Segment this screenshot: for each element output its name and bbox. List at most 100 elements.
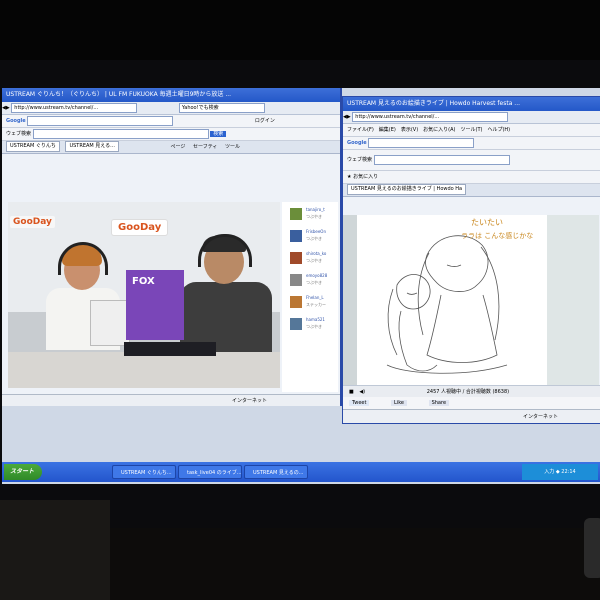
audio-mixer (124, 342, 216, 356)
windows-taskbar: スタート USTREAM ぐりんち... task_live04 のライブ...… (2, 462, 600, 482)
menu-item[interactable]: ヘルプ(H) (487, 127, 510, 133)
left-search-toolbar: ウェブ検索 検索 (2, 128, 340, 141)
internet-zone-label: インターネット (523, 414, 559, 420)
left-search-input[interactable]: Yahoo!でも検索 (178, 102, 265, 113)
google-search-input[interactable] (368, 137, 475, 148)
tab-ustream-1[interactable]: USTREAM ぐりんち (6, 141, 60, 152)
start-button[interactable]: スタート (4, 464, 42, 480)
web-search-label[interactable]: ウェブ検索 (6, 131, 31, 137)
avatar[interactable] (290, 274, 302, 286)
chat-username[interactable]: Fhelan_L (306, 295, 324, 300)
chat-username[interactable]: emoyo828 (306, 273, 327, 278)
taskbar-item-2[interactable]: task_live04 のライブ... (178, 465, 242, 479)
desk-speaker (0, 500, 110, 600)
avatar[interactable] (290, 252, 302, 264)
handwritten-note: たいたい (471, 218, 503, 227)
left-browser-window: USTREAM ぐりんち！（ぐりんち） | UL FM FUKUOKA 毎週土曜… (2, 88, 342, 406)
studio-desk (8, 352, 280, 388)
tweet-button[interactable]: Tweet (349, 400, 370, 406)
share-bar: Tweet Like Share (343, 397, 600, 409)
google-logo: Google (347, 140, 367, 146)
social-stream-item[interactable]: hama521 つぶやき (282, 316, 338, 334)
menu-item[interactable]: 表示(V) (401, 127, 418, 133)
social-stream-column: tanajiro_t つぶやき FrisbeeOn つぶやき shirota_ko つぶや… (282, 202, 338, 392)
handwritten-note-2: ララは こんな感じかな (461, 232, 534, 240)
menu-item[interactable]: ツール(T) (461, 127, 483, 133)
social-stream-item[interactable]: FrisbeeOn つぶやき (282, 228, 338, 246)
menu-item[interactable]: お気に入り(A) (423, 127, 455, 133)
left-google-toolbar: Google ログイン (2, 115, 340, 128)
gooday-logo: GooDay (10, 216, 55, 228)
right-window-title[interactable]: USTREAM 見えるのお絵描きライブ | Howdo Harvest fest… (343, 97, 600, 111)
web-search-input[interactable] (32, 128, 209, 139)
social-stream-item[interactable]: emoyo828 つぶやき (282, 272, 338, 290)
login-link[interactable]: ログイン (255, 118, 275, 124)
left-status-bar: インターネット (2, 394, 340, 406)
system-tray: 入力 ◆ 22:14 (522, 464, 598, 480)
gooday-logo-center: GooDay (112, 220, 168, 235)
right-search-toolbar: ウェブ検索 (343, 150, 600, 171)
internet-zone-label: インターネット (232, 398, 268, 404)
back-icon[interactable]: ◀▶ (343, 114, 351, 120)
page-menu[interactable]: ページ (171, 144, 186, 150)
video-left-margin (343, 215, 357, 385)
taskbar-item-1[interactable]: USTREAM ぐりんち... (112, 465, 176, 479)
left-address-bar: ◀▶ http://www.ustream.tv/channel/... Yah… (2, 102, 340, 115)
play-icon[interactable]: ■ (349, 389, 354, 395)
right-address-bar: ◀▶ http://www.ustream.tv/channel/... (343, 111, 600, 124)
google-logo: Google (6, 118, 26, 124)
avatar[interactable] (290, 230, 302, 242)
share-button[interactable]: Share (428, 400, 450, 406)
chat-subtext: つぶやき (306, 258, 322, 263)
poster-text: FOX (132, 276, 155, 287)
chat-username[interactable]: hama521 (306, 317, 325, 322)
social-stream-item[interactable]: Fhelan_L ステッカー (282, 294, 338, 312)
menu-item[interactable]: 編集(E) (379, 127, 396, 133)
video-right-margin (547, 215, 599, 385)
cup-object (584, 518, 600, 578)
chat-username[interactable]: shirota_ko (306, 251, 326, 256)
right-address-input[interactable]: http://www.ustream.tv/channel/... (352, 111, 509, 122)
tools-menu[interactable]: ツール (225, 144, 240, 150)
right-menu-bar: ファイル(F) 編集(E) 表示(V) お気に入り(A) ツール(T) ヘルプ(H) (343, 124, 600, 137)
safety-menu[interactable]: セーフティ (193, 144, 217, 150)
menu-item[interactable]: ファイル(F) (347, 127, 374, 133)
right-favorites-bar: ★ お気に入り (343, 171, 600, 184)
right-browser-window: USTREAM 見えるのお絵描きライブ | Howdo Harvest fest… (342, 96, 600, 424)
like-button[interactable]: Like (391, 400, 407, 406)
web-search-input[interactable] (373, 154, 510, 165)
google-search-input[interactable] (27, 115, 174, 126)
chat-subtext: ステッカー (306, 302, 326, 307)
tab-ustream-drawing[interactable]: USTREAM 見えるのお絵描きライブ | Howdo Ha (347, 184, 467, 195)
monitor-screen: USTREAM ぐりんち！（ぐりんち） | UL FM FUKUOKA 毎週土曜… (2, 88, 600, 484)
avatar[interactable] (290, 208, 302, 220)
web-search-label[interactable]: ウェブ検索 (347, 157, 372, 163)
video-player[interactable]: GooDay GooDay FOX (8, 202, 280, 388)
chat-subtext: つぶやき (306, 214, 322, 219)
social-stream-item[interactable]: tanajiro_t つぶやき (282, 206, 338, 224)
left-window-title[interactable]: USTREAM ぐりんち！（ぐりんち） | UL FM FUKUOKA 毎週土曜… (2, 88, 340, 102)
social-stream-list: tanajiro_t つぶやき FrisbeeOn つぶやき shirota_ko つぶや… (282, 206, 338, 334)
avatar[interactable] (290, 318, 302, 330)
chat-subtext: つぶやき (306, 324, 322, 329)
right-google-toolbar: Google (343, 137, 600, 150)
chat-subtext: つぶやき (306, 236, 322, 241)
left-address-input[interactable]: http://www.ustream.tv/channel/... (11, 102, 138, 113)
chat-username[interactable]: FrisbeeOn (306, 229, 326, 234)
back-icon[interactable]: ◀▶ (2, 105, 10, 111)
tab-ustream-2[interactable]: USTREAM 見える... (65, 141, 119, 152)
right-tab-bar: USTREAM 見えるのお絵描きライブ | Howdo Ha (343, 184, 600, 197)
viewer-count: 2457 人視聴中 / 合計視聴数 (8638) (426, 389, 510, 395)
laptop (90, 300, 130, 346)
right-status-bar: インターネット (343, 409, 600, 423)
taskbar-item-3[interactable]: USTREAM 見えるの... (244, 465, 308, 479)
favorites-star-icon[interactable]: ★ (347, 174, 351, 180)
chat-username[interactable]: tanajiro_t (306, 207, 325, 212)
chat-subtext: つぶやき (306, 280, 322, 285)
avatar[interactable] (290, 296, 302, 308)
favorites-link[interactable]: お気に入り (353, 174, 378, 180)
volume-icon[interactable]: ◀) (359, 389, 365, 395)
search-button[interactable]: 検索 (210, 131, 227, 137)
social-stream-item[interactable]: shirota_ko つぶやき (282, 250, 338, 268)
left-tab-bar: USTREAM ぐりんち USTREAM 見える... ページ セーフティ ツー… (2, 141, 340, 154)
